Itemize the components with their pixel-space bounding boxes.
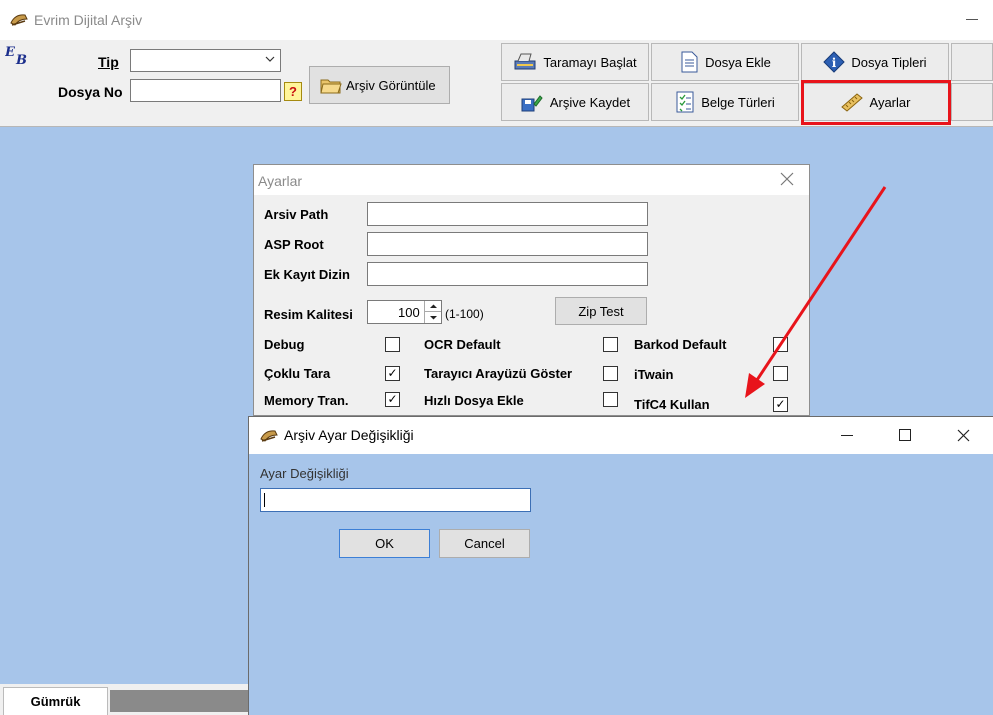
- memory-tran-label: Memory Tran.: [264, 393, 349, 408]
- tifc4-kullan-checkbox[interactable]: ✓: [773, 397, 788, 412]
- tab-strip-gray-bar: [110, 690, 250, 712]
- arsiv-path-input[interactable]: [367, 202, 648, 226]
- text-cursor: [264, 493, 265, 507]
- dialog-app-icon: [259, 427, 279, 445]
- ayar-degisikligi-input[interactable]: [260, 488, 531, 512]
- arsive-kaydet-label: Arşive Kaydet: [549, 94, 631, 110]
- dosya-tipleri-label: Dosya Tipleri: [851, 54, 927, 70]
- ocr-default-label: OCR Default: [424, 337, 501, 352]
- stepper-down-icon[interactable]: [424, 312, 441, 323]
- dosya-tipleri-button[interactable]: i Dosya Tipleri: [801, 43, 949, 81]
- toolbar-extra-button-2[interactable]: [951, 83, 993, 121]
- app-icon: [9, 11, 29, 29]
- ok-button[interactable]: OK: [339, 529, 430, 558]
- ayarlar-title: Ayarlar: [258, 173, 303, 189]
- svg-text:i: i: [832, 56, 837, 70]
- tip-select[interactable]: [130, 49, 281, 72]
- tab-gumruk[interactable]: Gümrük: [3, 687, 108, 715]
- hizli-dosya-ekle-label: Hızlı Dosya Ekle: [424, 393, 524, 408]
- itwain-label: iTwain: [634, 367, 674, 382]
- save-archive-icon: [520, 92, 544, 112]
- highlight-box: [801, 80, 951, 125]
- resim-kalitesi-value: 100: [398, 305, 420, 320]
- coklu-tara-label: Çoklu Tara: [264, 366, 331, 381]
- ayar-degisikligi-label: Ayar Değişikliği: [260, 466, 349, 481]
- maximize-icon[interactable]: [899, 429, 911, 441]
- tarayici-arayuzu-label: Tarayıcı Arayüzü Göster: [424, 366, 573, 381]
- main-window-title: Evrim Dijital Arşiv: [34, 12, 143, 28]
- hizli-dosya-ekle-checkbox[interactable]: [603, 392, 618, 407]
- main-title-bar: [0, 0, 993, 40]
- dosya-no-label: Dosya No: [58, 84, 123, 100]
- help-icon[interactable]: ?: [284, 82, 302, 101]
- info-icon: i: [823, 51, 846, 73]
- arsive-kaydet-button[interactable]: Arşive Kaydet: [501, 83, 649, 121]
- minimize-icon[interactable]: [841, 435, 853, 436]
- dosya-ekle-button[interactable]: Dosya Ekle: [651, 43, 799, 81]
- barkod-default-label: Barkod Default: [634, 337, 727, 352]
- arsiv-goruntule-label: Arşiv Görüntüle: [346, 77, 436, 93]
- document-icon: [679, 51, 699, 73]
- ocr-default-checkbox[interactable]: [603, 337, 618, 352]
- debug-checkbox[interactable]: [385, 337, 400, 352]
- asp-root-label: ASP Root: [264, 237, 324, 252]
- tarayici-arayuzu-checkbox[interactable]: [603, 366, 618, 381]
- ek-kayit-dizin-input[interactable]: [367, 262, 648, 286]
- arsiv-goruntule-button[interactable]: Arşiv Görüntüle: [309, 66, 450, 104]
- tifc4-kullan-label: TifC4 Kullan: [634, 397, 710, 412]
- taramayi-baslat-button[interactable]: Taramayı Başlat: [501, 43, 649, 81]
- belge-turleri-button[interactable]: Belge Türleri: [651, 83, 799, 121]
- tip-label: Tip: [98, 54, 119, 70]
- arsiv-path-label: Arsiv Path: [264, 207, 329, 222]
- taramayi-baslat-label: Taramayı Başlat: [543, 54, 637, 70]
- barkod-default-checkbox[interactable]: [773, 337, 788, 352]
- folder-open-icon: [320, 75, 342, 95]
- coklu-tara-checkbox[interactable]: ✓: [385, 366, 400, 381]
- close-icon[interactable]: [780, 172, 794, 186]
- change-dialog: [248, 416, 993, 715]
- memory-tran-checkbox[interactable]: ✓: [385, 392, 400, 407]
- minimize-icon[interactable]: [966, 19, 978, 20]
- checklist-icon: [675, 91, 695, 113]
- ek-kayit-dizin-label: Ek Kayıt Dizin: [264, 267, 350, 282]
- resim-kalitesi-stepper[interactable]: 100: [367, 300, 442, 324]
- dosya-ekle-label: Dosya Ekle: [705, 54, 771, 70]
- close-icon[interactable]: [957, 429, 970, 442]
- resim-kalitesi-label: Resim Kalitesi: [264, 307, 353, 322]
- belge-turleri-label: Belge Türleri: [701, 94, 775, 110]
- svg-text:B: B: [15, 53, 27, 66]
- asp-root-input[interactable]: [367, 232, 648, 256]
- scanner-icon: [513, 52, 537, 72]
- ayarlar-title-bar: [254, 165, 809, 195]
- zip-test-button[interactable]: Zip Test: [555, 297, 647, 325]
- itwain-checkbox[interactable]: [773, 366, 788, 381]
- cancel-button[interactable]: Cancel: [439, 529, 530, 558]
- stepper-up-icon[interactable]: [424, 301, 441, 312]
- dosya-no-input[interactable]: [130, 79, 281, 102]
- debug-label: Debug: [264, 337, 305, 352]
- chevron-down-icon: [265, 52, 275, 66]
- svg-text:E: E: [5, 45, 16, 60]
- resim-range-label: (1-100): [445, 307, 484, 321]
- toolbar-extra-button[interactable]: [951, 43, 993, 81]
- eb-logo-icon: EB: [5, 44, 31, 66]
- change-dialog-title: Arşiv Ayar Değişikliği: [284, 427, 414, 443]
